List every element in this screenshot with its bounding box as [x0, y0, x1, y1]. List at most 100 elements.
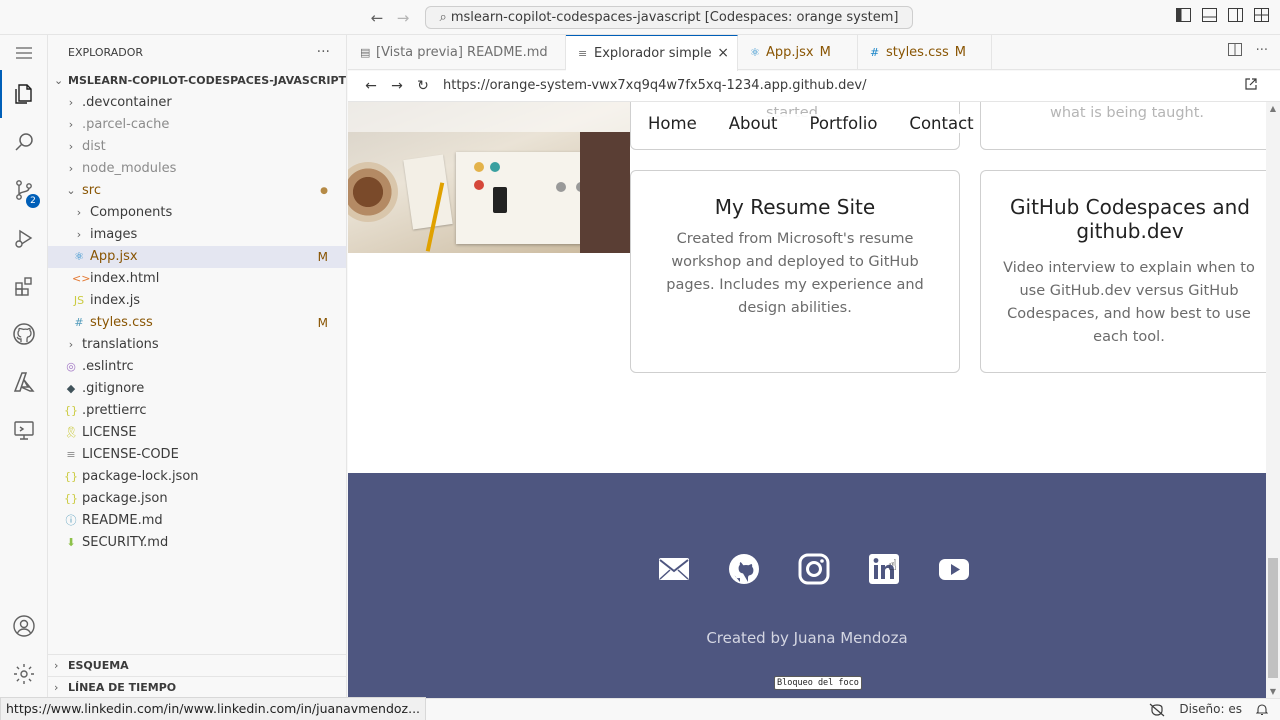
- tab-label: App.jsx: [766, 45, 814, 60]
- timeline-section[interactable]: › LÍNEA DE TIEMPO: [48, 676, 347, 698]
- notifications-bell-icon[interactable]: [1255, 699, 1269, 720]
- tree-folder[interactable]: › Components: [48, 202, 346, 224]
- browser-forward-icon[interactable]: →: [388, 77, 406, 95]
- json-file-icon: {}: [64, 492, 78, 505]
- close-icon[interactable]: ×: [717, 36, 729, 71]
- url-field[interactable]: https://orange-system-vwx7xq9q4w7fx5xq-1…: [443, 77, 866, 95]
- back-arrow-icon[interactable]: ←: [367, 8, 387, 28]
- tree-folder[interactable]: › dist: [48, 136, 346, 158]
- tree-file[interactable]: ≡ LICENSE-CODE: [48, 444, 346, 466]
- extensions-icon[interactable]: [0, 262, 48, 310]
- reload-icon[interactable]: ↻: [414, 77, 432, 95]
- tab-app-jsx[interactable]: ⚛ App.jsx M: [738, 35, 858, 70]
- tree-file[interactable]: <> index.html: [48, 268, 346, 290]
- tree-file[interactable]: # styles.css M: [48, 312, 346, 334]
- simple-browser-toolbar: ← → ↻ https://orange-system-vwx7xq9q4w7f…: [348, 71, 1280, 102]
- tree-item-label: Components: [90, 205, 173, 220]
- source-control-icon[interactable]: 2: [0, 166, 48, 214]
- focus-lock-indicator: Bloqueo del foco: [774, 676, 862, 690]
- tree-file[interactable]: 🎗 LICENSE: [48, 422, 346, 444]
- search-icon[interactable]: [0, 118, 48, 166]
- link-hover-url: https://www.linkedin.com/in/www.linkedin…: [0, 697, 427, 720]
- modified-dot: ●: [320, 186, 328, 196]
- nav-portfolio[interactable]: Portfolio: [810, 114, 878, 133]
- tree-folder[interactable]: › images: [48, 224, 346, 246]
- status-bar: https://www.linkedin.com/in/www.linkedin…: [0, 697, 1280, 720]
- files-icon[interactable]: [0, 70, 48, 118]
- preview-scrollbar[interactable]: ▲ ▼: [1266, 102, 1280, 698]
- explorer-title: EXPLORADOR: [68, 46, 144, 59]
- github-icon[interactable]: [728, 553, 760, 585]
- toggle-primary-sidebar-icon[interactable]: [1175, 8, 1192, 25]
- command-center[interactable]: ⌕ mslearn-copilot-codespaces-javascript […: [425, 6, 913, 29]
- tree-folder[interactable]: ⌄ src ●: [48, 180, 346, 202]
- menu-icon[interactable]: [0, 35, 48, 70]
- open-external-icon[interactable]: [1242, 77, 1260, 95]
- keyboard-layout[interactable]: Diseño: es: [1179, 699, 1242, 720]
- tree-file[interactable]: ⚛ App.jsx M: [48, 246, 346, 268]
- scroll-down-icon[interactable]: ▼: [1266, 687, 1280, 696]
- nav-about[interactable]: About: [729, 114, 778, 133]
- run-debug-icon[interactable]: [0, 214, 48, 262]
- tree-folder[interactable]: › translations: [48, 334, 346, 356]
- tab-styles-css[interactable]: # styles.css M: [858, 35, 992, 70]
- browser-back-icon[interactable]: ←: [362, 77, 380, 95]
- chevron-right-icon: ›: [68, 96, 74, 109]
- tree-folder[interactable]: › .devcontainer: [48, 92, 346, 114]
- project-card[interactable]: GitHub Codespaces and github.dev Video i…: [980, 170, 1266, 373]
- copilot-disabled-icon[interactable]: [1149, 699, 1165, 720]
- tree-file[interactable]: ⓘ README.md: [48, 510, 346, 532]
- tree-file[interactable]: ◎ .eslintrc: [48, 356, 346, 378]
- tree-folder[interactable]: › .parcel-cache: [48, 114, 346, 136]
- chevron-right-icon: ›: [54, 681, 59, 694]
- project-card[interactable]: My Resume Site Created from Microsoft's …: [630, 170, 960, 373]
- css-icon: #: [870, 46, 880, 59]
- toggle-secondary-sidebar-icon[interactable]: [1227, 8, 1244, 25]
- youtube-icon[interactable]: [938, 553, 970, 585]
- tree-file[interactable]: {} .prettierrc: [48, 400, 346, 422]
- tree-item-label: .gitignore: [82, 381, 145, 396]
- tree-folder[interactable]: › node_modules: [48, 158, 346, 180]
- web-preview: started. what is being taught. Home Abou…: [348, 102, 1266, 698]
- manage-gear-icon[interactable]: [0, 650, 48, 698]
- tree-file[interactable]: {} package-lock.json: [48, 466, 346, 488]
- forward-arrow-icon[interactable]: →: [393, 8, 413, 28]
- title-bar: ← → ⌕ mslearn-copilot-codespaces-javascri…: [0, 0, 1280, 35]
- tree-item-label: .devcontainer: [82, 95, 172, 110]
- tab-label: styles.css: [886, 45, 949, 60]
- workspace-root[interactable]: ⌄ MSLEARN-COPILOT-CODESPACES-JAVASCRIPT […: [48, 70, 346, 92]
- tree-file[interactable]: JS index.js: [48, 290, 346, 312]
- toggle-panel-icon[interactable]: [1201, 8, 1218, 25]
- tree-item-label: README.md: [82, 513, 163, 528]
- chevron-down-icon: ⌄: [54, 74, 64, 87]
- tree-file[interactable]: ⬇ SECURITY.md: [48, 532, 346, 554]
- split-editor-icon[interactable]: [1227, 43, 1242, 60]
- instagram-icon[interactable]: [798, 553, 830, 585]
- tree-file[interactable]: {} package.json: [48, 488, 346, 510]
- nav-home[interactable]: Home: [648, 114, 697, 133]
- email-icon[interactable]: [658, 553, 690, 585]
- remote-explorer-icon[interactable]: [0, 406, 48, 454]
- tab-label: [Vista previa] README.md: [376, 45, 548, 60]
- tab-readme-preview[interactable]: ▤ [Vista previa] README.md: [348, 35, 566, 70]
- scroll-up-icon[interactable]: ▲: [1266, 104, 1280, 113]
- layout-controls: [1175, 8, 1270, 25]
- outline-section[interactable]: › ESQUEMA: [48, 654, 347, 676]
- json-file-icon: {}: [64, 470, 78, 483]
- tree-item-label: node_modules: [82, 161, 177, 176]
- scrollbar-thumb[interactable]: [1268, 558, 1278, 678]
- tree-item-label: translations: [82, 337, 159, 352]
- tree-item-label: package-lock.json: [82, 469, 199, 484]
- file-tree: › .devcontainer › .parcel-cache › dist › node_m…: [48, 92, 346, 554]
- account-icon[interactable]: [0, 602, 48, 650]
- more-actions-icon[interactable]: ···: [1256, 43, 1268, 60]
- more-actions-icon[interactable]: ···: [317, 35, 330, 70]
- customize-layout-icon[interactable]: [1253, 8, 1270, 25]
- activity-bar: 2: [0, 35, 48, 698]
- nav-contact[interactable]: Contact: [909, 114, 973, 133]
- chevron-down-icon: ⌄: [66, 184, 76, 197]
- tab-simple-browser[interactable]: ≡ Explorador simple ×: [566, 35, 738, 71]
- tree-file[interactable]: ◆ .gitignore: [48, 378, 346, 400]
- azure-icon[interactable]: [0, 358, 48, 406]
- github-icon[interactable]: [0, 310, 48, 358]
